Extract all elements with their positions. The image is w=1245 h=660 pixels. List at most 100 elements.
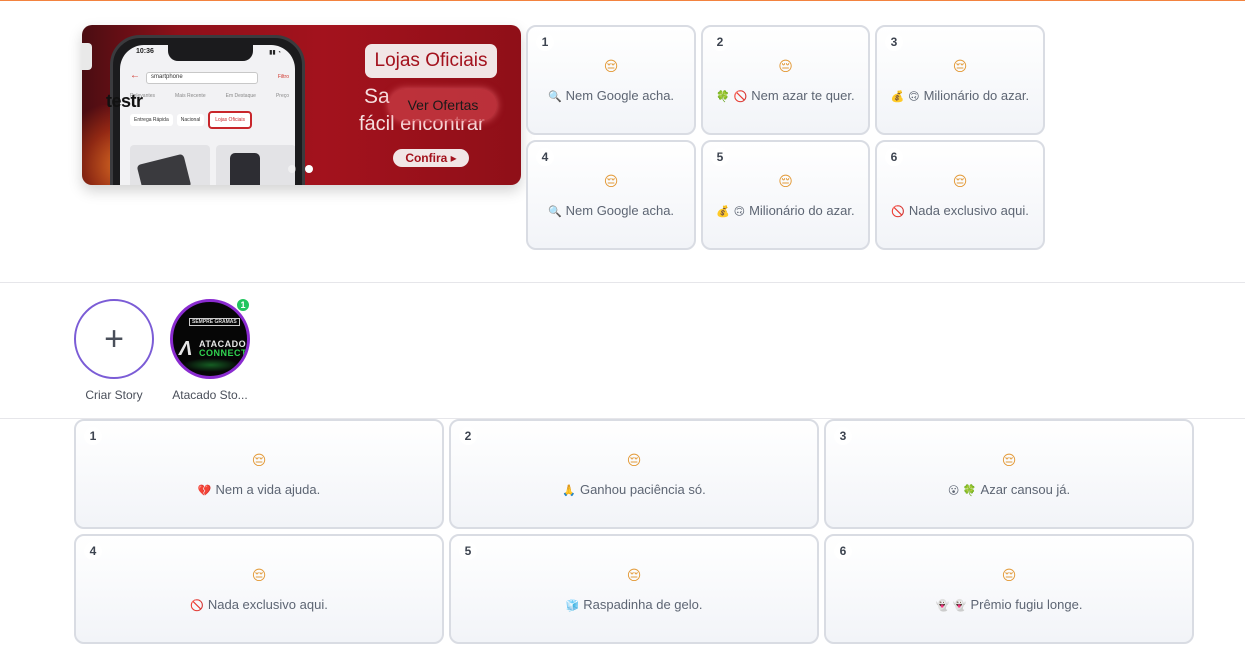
phone-tabs: Relevantes Mais Recente Em Destaque Preç…: [130, 93, 289, 103]
message-emoji-icon: 🔍: [547, 90, 562, 103]
sad-face-icon: 😔: [778, 174, 793, 190]
card-message: 👻 👻 Prêmio fugiu longe.: [826, 597, 1192, 612]
card-message: 🍀 🚫 Nem azar te quer.: [703, 88, 868, 103]
message-emoji-icon: 🔍: [547, 205, 562, 218]
message-emoji-icon: 💰 🙃: [716, 205, 746, 218]
phone-tab: Preço: [275, 93, 289, 99]
phone-chip: Entrega Rápida: [130, 114, 173, 126]
scratch-card[interactable]: 5 😔 🧊 Raspadinha de gelo.: [449, 534, 819, 644]
card-number: 3: [885, 33, 903, 51]
store-story-avatar[interactable]: SEMPRE GRAMAS Λ ATACADO CONNECT: [170, 299, 250, 379]
card-message: 💰 🙃 Milionário do azar.: [877, 88, 1043, 103]
plus-icon: +: [104, 320, 124, 358]
avatar-subtitle: CONNECT: [199, 348, 247, 358]
card-message-text: Nada exclusivo aqui.: [908, 203, 1029, 218]
top-accent-line: [0, 0, 1245, 1]
ver-ofertas-button[interactable]: Ver Ofertas: [389, 89, 497, 121]
message-emoji-icon: 💔: [197, 484, 212, 497]
phone-product-image: [130, 145, 210, 185]
scratch-card[interactable]: 1 😔 🔍 Nem Google acha.: [526, 25, 696, 135]
scratch-card[interactable]: 6 😔 👻 👻 Prêmio fugiu longe.: [824, 534, 1194, 644]
banner-overlay-text: testr: [106, 91, 143, 111]
phone-notch: [168, 45, 253, 61]
carousel-prev-handle[interactable]: [82, 43, 92, 70]
banner-badge: Lojas Oficiais: [365, 44, 497, 78]
message-emoji-icon: 🍀 🚫: [716, 90, 748, 103]
sad-face-icon: 😔: [1001, 453, 1017, 469]
card-number: 6: [834, 542, 852, 560]
card-message-text: Milionário do azar.: [923, 88, 1030, 103]
scratch-card[interactable]: 3 😔 😮 🍀 Azar cansou já.: [824, 419, 1194, 529]
card-message-text: Nem Google acha.: [565, 88, 675, 103]
card-message-text: Raspadinha de gelo.: [583, 597, 703, 612]
promo-banner[interactable]: 10:36 ▮▮ ◔ ← smartphone Filtro Relevante…: [82, 25, 521, 185]
card-message: 🔍 Nem Google acha.: [528, 203, 694, 218]
card-number: 2: [459, 427, 477, 445]
card-message: 🚫 Nada exclusivo aqui.: [76, 597, 442, 612]
scratch-card[interactable]: 1 😔 💔 Nem a vida ajuda.: [74, 419, 444, 529]
phone-status-icons: ▮▮ ◔: [269, 50, 281, 56]
scratch-card[interactable]: 2 😔 🙏 Ganhou paciência só.: [449, 419, 819, 529]
sad-face-icon: 😔: [778, 59, 793, 75]
message-emoji-icon: 💰 🙃: [890, 90, 920, 103]
store-story-label: Atacado Sto...: [172, 388, 248, 402]
story-count-badge: 1: [236, 298, 250, 312]
sad-face-icon: 😔: [626, 453, 642, 469]
card-message-text: Ganhou paciência só.: [579, 482, 706, 497]
scratch-card[interactable]: 4 😔 🚫 Nada exclusivo aqui.: [74, 534, 444, 644]
card-number: 2: [711, 33, 729, 51]
phone-screen: 10:36 ▮▮ ◔ ← smartphone Filtro Relevante…: [120, 45, 295, 185]
phone-time: 10:36: [136, 48, 154, 55]
sad-face-icon: 😔: [952, 174, 968, 190]
sad-face-icon: 😔: [1001, 568, 1017, 584]
confira-button[interactable]: Confira ▸: [393, 149, 469, 167]
avatar-glow: [183, 358, 239, 372]
card-number: 4: [536, 148, 554, 166]
card-message-text: Azar cansou já.: [980, 482, 1071, 497]
sad-face-icon: 😔: [251, 453, 267, 469]
phone-chip: Nacional: [176, 114, 205, 126]
message-emoji-icon: 🚫: [190, 599, 204, 612]
card-message: 😮 🍀 Azar cansou já.: [826, 482, 1192, 497]
message-emoji-icon: 🚫: [891, 205, 905, 218]
message-emoji-icon: 🧊: [565, 599, 580, 612]
scratch-card[interactable]: 3 😔 💰 🙃 Milionário do azar.: [875, 25, 1045, 135]
card-message-text: Nem azar te quer.: [751, 88, 855, 103]
message-emoji-icon: 🙏: [562, 484, 576, 497]
phone-chip-highlight: Lojas Oficiais: [208, 111, 252, 129]
card-message-text: Prêmio fugiu longe.: [970, 597, 1083, 612]
banner-headline: Sa: [364, 85, 390, 108]
card-message: 🚫 Nada exclusivo aqui.: [877, 203, 1043, 218]
card-message-text: Nem Google acha.: [565, 203, 675, 218]
card-number: 1: [536, 33, 554, 51]
card-number: 5: [459, 542, 477, 560]
card-number: 3: [834, 427, 852, 445]
carousel-dot-active[interactable]: [305, 165, 313, 173]
card-message: 🙏 Ganhou paciência só.: [451, 482, 817, 497]
scratch-card[interactable]: 2 😔 🍀 🚫 Nem azar te quer.: [701, 25, 870, 135]
card-number: 4: [84, 542, 102, 560]
sad-face-icon: 😔: [603, 59, 619, 75]
sad-face-icon: 😔: [952, 59, 968, 75]
avatar-top-text: SEMPRE GRAMAS: [189, 318, 240, 326]
card-number: 1: [84, 427, 102, 445]
scratch-card[interactable]: 5 😔 💰 🙃 Milionário do azar.: [701, 140, 870, 250]
phone-tab: Mais Recente: [175, 93, 206, 99]
card-number: 6: [885, 148, 903, 166]
phone-product-image: [216, 145, 295, 185]
phone-filter-label: Filtro: [277, 74, 289, 80]
scratch-card[interactable]: 4 😔 🔍 Nem Google acha.: [526, 140, 696, 250]
phone-chips: Entrega Rápida Nacional Lojas Oficiais: [130, 109, 291, 131]
section-divider: [0, 282, 1245, 283]
card-number: 5: [711, 148, 729, 166]
card-message-text: Nada exclusivo aqui.: [207, 597, 328, 612]
carousel-dot[interactable]: [288, 165, 296, 173]
create-story-button[interactable]: +: [74, 299, 154, 379]
create-story-label: Criar Story: [85, 388, 143, 402]
card-message: 🧊 Raspadinha de gelo.: [451, 597, 817, 612]
card-message: 💔 Nem a vida ajuda.: [76, 482, 442, 497]
card-message: 💰 🙃 Milionário do azar.: [703, 203, 868, 218]
scratch-card[interactable]: 6 😔 🚫 Nada exclusivo aqui.: [875, 140, 1045, 250]
back-arrow-icon: ←: [130, 70, 140, 81]
phone-tab: Em Destaque: [225, 93, 256, 99]
